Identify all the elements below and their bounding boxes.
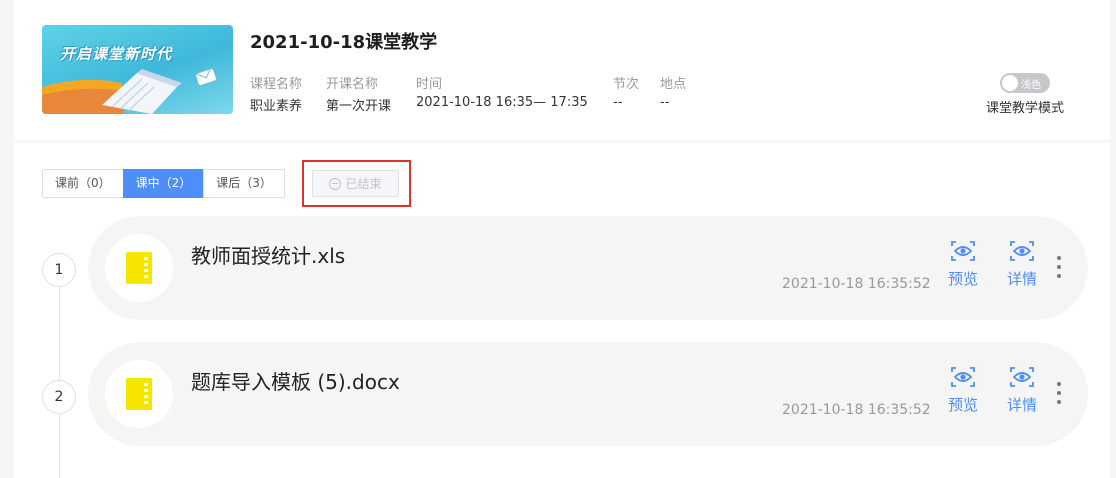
meta-time-label: 时间: [416, 77, 443, 92]
eye-scan-icon: [951, 241, 975, 261]
eye-scan-icon: [1010, 241, 1034, 261]
ended-label: 已结束: [345, 177, 382, 191]
meta-time-value: 2021-10-18 16:35— 17:35: [416, 95, 588, 110]
meta-session-value: 第一次开课: [326, 99, 392, 114]
item-number: 1: [42, 253, 76, 287]
file-name[interactable]: 教师面授统计.xls: [191, 240, 345, 269]
book-illustration: [42, 66, 216, 114]
meta-period-value: --: [613, 95, 623, 110]
list-item[interactable]: 题库导入模板 (5).docx 2021-10-18 16:35:52 预览 详…: [88, 342, 1088, 446]
lesson-header: 开启课堂新时代 2021-10-18课堂教学 课程名称 职业素养 开课名称 第一…: [14, 0, 1114, 140]
more-vertical-icon[interactable]: [1054, 256, 1064, 282]
cover-slogan: 开启课堂新时代: [60, 45, 173, 63]
preview-label: 预览: [947, 270, 978, 288]
classroom-mode: 浅色 课堂教学模式: [980, 72, 1070, 116]
file-name[interactable]: 题库导入模板 (5).docx: [191, 366, 400, 395]
toggle-text: 浅色: [1021, 79, 1041, 91]
more-vertical-icon[interactable]: [1054, 382, 1064, 408]
meta-course-label: 课程名称: [250, 77, 303, 92]
tab-after-class[interactable]: 课后（3）: [203, 169, 285, 198]
eye-scan-icon: [1010, 367, 1034, 387]
file-timestamp: 2021-10-18 16:35:52: [782, 276, 931, 292]
theme-toggle[interactable]: 浅色: [1000, 72, 1050, 93]
detail-label: 详情: [1006, 396, 1037, 414]
file-icon: [126, 378, 152, 410]
ended-button[interactable]: 已结束: [312, 170, 399, 197]
meta-course-value: 职业素养: [250, 99, 303, 114]
meta-period: 节次 --: [613, 73, 639, 110]
meta-session: 开课名称 第一次开课: [326, 73, 391, 114]
list-item[interactable]: 教师面授统计.xls 2021-10-18 16:35:52 预览 详情: [88, 216, 1088, 320]
meta-location-value: --: [660, 95, 670, 110]
meta-location-label: 地点: [660, 77, 687, 92]
minus-circle-icon: [329, 177, 342, 190]
meta-period-label: 节次: [613, 77, 640, 92]
preview-label: 预览: [947, 396, 978, 414]
activity-panel: 课前（0） 课中（2） 课后（3） 已结束 1 教师面授统计.xls 2021-…: [14, 143, 1114, 478]
meta-time: 时间 2021-10-18 16:35— 17:35: [416, 73, 588, 110]
cover-image: 开启课堂新时代: [42, 25, 233, 114]
lesson-title: 2021-10-18课堂教学: [250, 32, 438, 53]
tab-in-class[interactable]: 课中（2）: [122, 169, 205, 198]
meta-course: 课程名称 职业素养: [250, 73, 302, 114]
detail-button[interactable]: 详情: [1002, 366, 1042, 415]
file-icon: [126, 252, 152, 284]
scrollbar-track[interactable]: [1110, 0, 1116, 478]
toggle-knob: [1002, 74, 1018, 91]
file-icon-container: [105, 360, 173, 428]
item-number: 2: [42, 380, 76, 414]
meta-location: 地点 --: [660, 73, 686, 110]
preview-button[interactable]: 预览: [943, 240, 983, 289]
highlight-box: 已结束: [302, 160, 411, 207]
tab-before-class[interactable]: 课前（0）: [42, 169, 124, 198]
meta-session-label: 开课名称: [326, 77, 379, 92]
stage-tabs: 课前（0） 课中（2） 课后（3）: [42, 169, 285, 198]
eye-scan-icon: [951, 367, 975, 387]
preview-button[interactable]: 预览: [943, 366, 983, 415]
detail-button[interactable]: 详情: [1002, 240, 1042, 289]
mode-label: 课堂教学模式: [985, 100, 1064, 116]
file-timestamp: 2021-10-18 16:35:52: [782, 402, 931, 418]
detail-label: 详情: [1006, 270, 1037, 288]
file-icon-container: [105, 234, 173, 302]
